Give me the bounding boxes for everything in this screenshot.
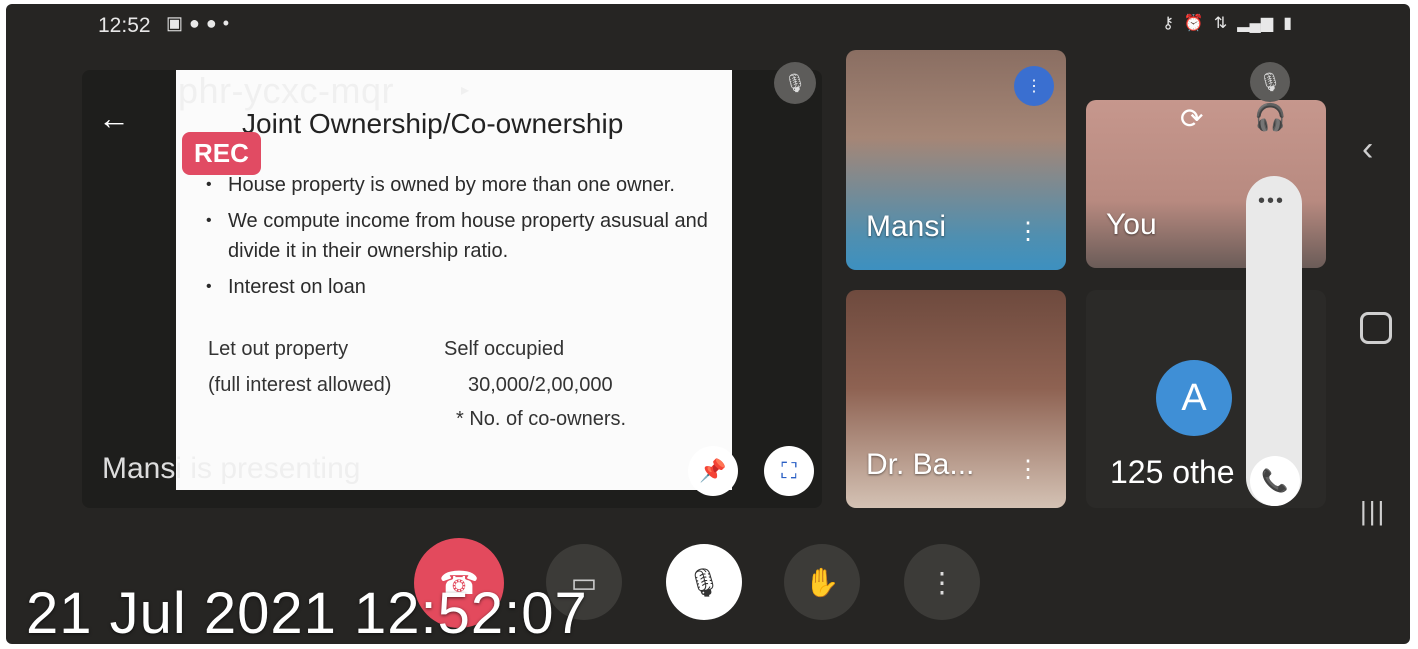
participant-tile-dr[interactable]: Dr. Ba... ⋮: [846, 290, 1066, 508]
headphone-icon[interactable]: 🎧: [1254, 102, 1286, 133]
fullscreen-button[interactable]: ⛶: [764, 446, 814, 496]
more-options-icon[interactable]: ⋮: [1016, 217, 1040, 246]
slide-bullet: We compute income from house property as…: [206, 206, 716, 266]
slide-row3-right: * No. of co-owners.: [456, 408, 627, 430]
phone-audio-button[interactable]: 📞: [1250, 456, 1300, 506]
slide-title: Joint Ownership/Co-ownership: [242, 108, 624, 139]
slide-bullet: Interest on loan: [206, 272, 716, 302]
switch-camera-icon[interactable]: ⟳: [1180, 102, 1203, 135]
whatsapp-icon: ●: [189, 13, 200, 33]
phone-icon: ●: [205, 13, 217, 33]
mic-toggle-button[interactable]: 🎙: [666, 544, 742, 620]
slide-bullet: House property is owned by more than one…: [206, 170, 716, 200]
status-icons-right: ⚷ ⏰ ⇅ ▂▄▆ ▮: [1162, 13, 1292, 33]
nav-home-icon[interactable]: [1360, 312, 1392, 344]
nav-recents-icon[interactable]: |||: [1360, 496, 1386, 527]
alarm-icon: ⏰: [1183, 15, 1204, 32]
more-options-icon[interactable]: ⋮: [1016, 455, 1040, 484]
battery-icon: ▮: [1283, 15, 1292, 32]
pin-button[interactable]: 📌: [688, 446, 738, 496]
raise-hand-button[interactable]: ✋: [784, 544, 860, 620]
meeting-code[interactable]: phr-ycxc-mqr: [178, 70, 394, 112]
image-icon: ▣: [166, 13, 184, 33]
rec-badge: REC: [182, 132, 261, 175]
nav-back-icon[interactable]: ‹: [1362, 130, 1373, 169]
presenting-status: Mansi is presenting: [102, 452, 361, 485]
more-options-button[interactable]: ⋮: [904, 544, 980, 620]
chevron-right-icon[interactable]: ▸: [461, 80, 469, 100]
avatar: A: [1156, 360, 1232, 436]
shared-slide: Joint Ownership/Co-ownership House prope…: [176, 70, 732, 490]
signal-icon: ▂▄▆: [1237, 15, 1274, 32]
status-time: 12:52: [98, 14, 151, 37]
participant-name: You: [1106, 208, 1157, 241]
status-icons-left: ▣ ● ● •: [166, 13, 229, 34]
more-horizontal-icon[interactable]: •••: [1258, 190, 1285, 213]
muted-mic-icon: 🎙: [1250, 62, 1290, 102]
muted-mic-icon: 🎙: [774, 62, 816, 104]
dot-icon: •: [222, 13, 230, 33]
participant-name: Dr. Ba...: [866, 448, 975, 481]
participant-name: Mansi: [866, 210, 947, 243]
slide-row1-right: Self occupied: [444, 338, 565, 360]
participant-tile-mansi[interactable]: ⋮ Mansi ⋮: [846, 50, 1066, 270]
slide-row2-left: (full interest allowed): [208, 374, 392, 396]
photo-timestamp: 21 Jul 2021 12:52:07: [26, 581, 588, 644]
slide-row1-left: Let out property: [208, 338, 349, 360]
slide-row2-right: 30,000/2,00,000: [468, 374, 613, 396]
phone-screen: 12:52 ▣ ● ● • ⚷ ⏰ ⇅ ▂▄▆ ▮ Joint Ownershi…: [6, 4, 1410, 644]
others-count: 125 othe: [1110, 454, 1235, 490]
slide-bullets: House property is owned by more than one…: [206, 170, 716, 308]
back-arrow-icon[interactable]: ←: [98, 100, 130, 137]
key-icon: ⚷: [1162, 15, 1174, 32]
data-icon: ⇅: [1213, 15, 1228, 32]
speaking-indicator-icon: ⋮: [1014, 66, 1054, 106]
